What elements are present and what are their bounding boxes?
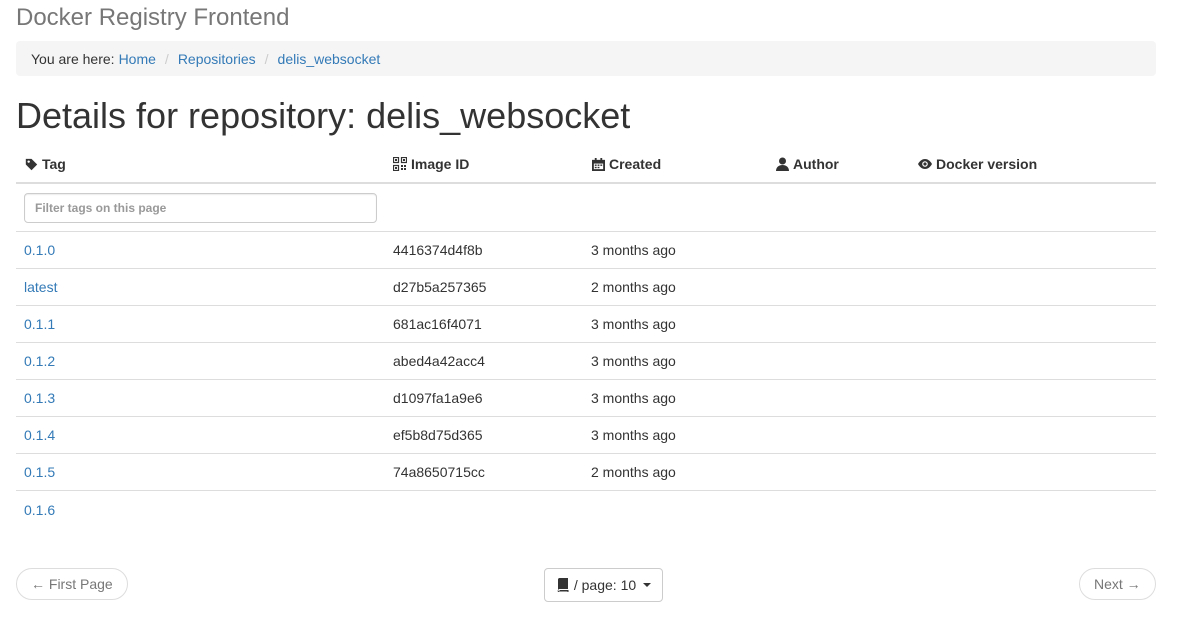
table-row: 0.1.4 ef5b8d75d365 3 months ago <box>16 417 1156 454</box>
tag-link[interactable]: 0.1.5 <box>24 464 55 480</box>
tag-cell: 0.1.4 <box>24 417 55 453</box>
breadcrumb-separator: / <box>164 50 169 67</box>
table-row: 0.1.0 4416374d4f8b 3 months ago <box>16 232 1156 269</box>
created-cell: 3 months ago <box>591 427 676 443</box>
header-docker-version-label: Docker version <box>936 156 1038 172</box>
tag-link[interactable]: 0.1.0 <box>24 242 55 258</box>
created-cell: 2 months ago <box>591 269 676 305</box>
breadcrumb-repo-link[interactable]: delis_websocket <box>278 51 381 67</box>
table-row: 0.1.5 74a8650715cc 2 months ago <box>16 454 1156 491</box>
caret-down-icon <box>643 583 652 587</box>
breadcrumb: You are here: Home / Repositories / deli… <box>16 41 1156 76</box>
created-cell: 3 months ago <box>591 242 676 258</box>
image-id-cell: 681ac16f4071 <box>393 306 482 342</box>
created-cell: 3 months ago <box>591 316 676 332</box>
header-tag-label: Tag <box>42 156 66 172</box>
tag-link[interactable]: latest <box>24 279 57 295</box>
header-image-id: Image ID <box>393 146 469 182</box>
breadcrumb-prefix: You are here: <box>31 50 115 67</box>
header-tag: Tag <box>24 146 66 182</box>
table-row: 0.1.2 abed4a42acc4 3 months ago <box>16 343 1156 380</box>
header-author-label: Author <box>793 156 839 172</box>
tag-cell: latest <box>24 269 57 305</box>
filter-tags-input[interactable] <box>24 193 377 223</box>
image-id-cell: abed4a42acc4 <box>393 353 485 369</box>
created-cell: 2 months ago <box>591 454 676 490</box>
page-title: Details for repository: delis_websocket <box>16 95 631 136</box>
tag-cell: 0.1.6 <box>24 491 55 528</box>
created-cell: 3 months ago <box>591 306 676 342</box>
tag-link[interactable]: 0.1.1 <box>24 316 55 332</box>
image-id-cell: d27b5a257365 <box>393 279 487 295</box>
next-page-button[interactable]: Next → <box>1079 568 1156 600</box>
tag-link[interactable]: 0.1.4 <box>24 427 55 443</box>
per-page-label: / page: 10 <box>573 577 637 593</box>
tag-cell: 0.1.0 <box>24 232 55 268</box>
created-cell: 3 months ago <box>591 380 676 416</box>
first-page-button[interactable]: ← First Page <box>16 568 128 600</box>
created-cell: 2 months ago <box>591 464 676 480</box>
breadcrumb-home-link[interactable]: Home <box>119 51 156 67</box>
per-page-dropdown[interactable]: / page: 10 <box>544 568 663 602</box>
image-id-cell: ef5b8d75d365 <box>393 417 483 453</box>
created-cell: 3 months ago <box>591 232 676 268</box>
created-cell: 3 months ago <box>591 390 676 406</box>
tag-cell: 0.1.1 <box>24 306 55 342</box>
created-cell: 3 months ago <box>591 417 676 453</box>
table-row: 0.1.6 <box>16 491 1156 528</box>
image-id-cell: abed4a42acc4 <box>393 343 485 379</box>
header-docker-version: Docker version <box>918 146 1037 182</box>
table-row: latest d27b5a257365 2 months ago <box>16 269 1156 306</box>
image-id-cell: 74a8650715cc <box>393 454 485 490</box>
calendar-icon <box>591 157 605 171</box>
header-created-label: Created <box>609 156 662 172</box>
image-id-cell: 4416374d4f8b <box>393 232 483 268</box>
table-row: 0.1.3 d1097fa1a9e6 3 months ago <box>16 380 1156 417</box>
user-icon <box>775 157 789 171</box>
table-body: 0.1.0 4416374d4f8b 3 months ago latest d27b5… <box>16 232 1156 528</box>
breadcrumb-repositories-link[interactable]: Repositories <box>178 51 256 67</box>
filter-row <box>16 184 1156 232</box>
tag-link[interactable]: 0.1.2 <box>24 353 55 369</box>
tag-link[interactable]: 0.1.3 <box>24 390 55 406</box>
created-cell: 3 months ago <box>591 343 676 379</box>
book-icon <box>556 578 570 592</box>
qrcode-icon <box>393 157 407 171</box>
header-created: Created <box>591 146 661 182</box>
breadcrumb-separator: / <box>264 50 269 67</box>
app-title: Docker Registry Frontend <box>16 4 290 31</box>
table-header-row: Tag Image ID Created Author Docker versi… <box>16 146 1156 184</box>
image-id-cell: d1097fa1a9e6 <box>393 380 483 416</box>
image-id-cell: ef5b8d75d365 <box>393 427 483 443</box>
tag-cell: 0.1.5 <box>24 454 55 490</box>
image-id-cell: 4416374d4f8b <box>393 242 483 258</box>
image-id-cell: 74a8650715cc <box>393 464 485 480</box>
image-id-cell: d1097fa1a9e6 <box>393 390 483 406</box>
tag-link[interactable]: 0.1.6 <box>24 502 55 518</box>
tags-table: Tag Image ID Created Author Docker versi… <box>16 146 1156 528</box>
image-id-cell: d27b5a257365 <box>393 269 486 305</box>
table-row: 0.1.1 681ac16f4071 3 months ago <box>16 306 1156 343</box>
created-cell: 3 months ago <box>591 353 676 369</box>
tag-icon <box>24 157 38 171</box>
header-image-id-label: Image ID <box>411 156 470 172</box>
created-cell: 2 months ago <box>591 279 676 295</box>
image-id-cell: 681ac16f4071 <box>393 316 482 332</box>
tag-cell: 0.1.2 <box>24 343 55 379</box>
header-author: Author <box>775 146 839 182</box>
eye-icon <box>918 157 932 171</box>
tag-cell: 0.1.3 <box>24 380 55 416</box>
